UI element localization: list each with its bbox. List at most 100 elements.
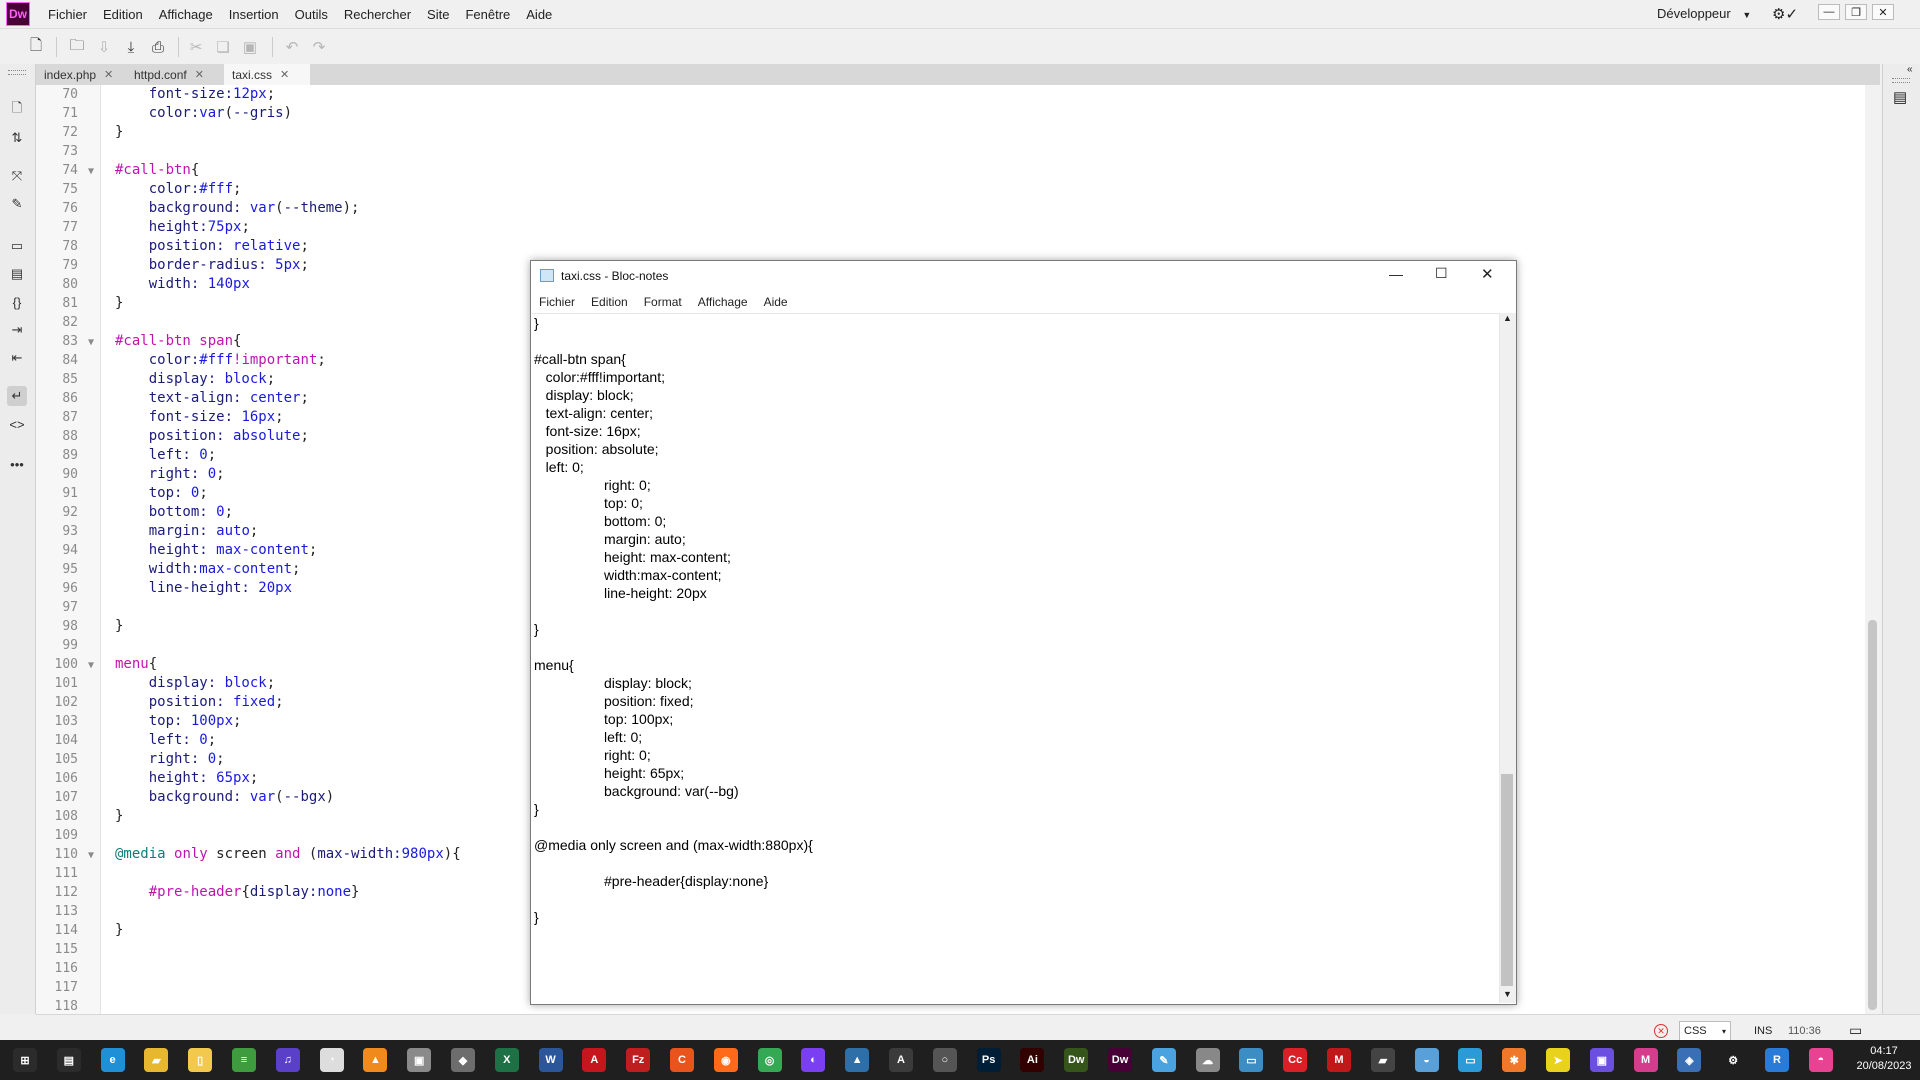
disk-icon[interactable]: ○ <box>932 1048 957 1072</box>
menu-affichage[interactable]: Affichage <box>159 7 213 22</box>
code-line[interactable]: 78 position: relative; <box>36 237 1876 256</box>
editor-scroll-thumb[interactable] <box>1868 620 1877 1010</box>
excel-icon[interactable]: X <box>494 1048 519 1072</box>
tab-taxi-css[interactable]: taxi.css ✕ <box>224 64 310 85</box>
open-folder-icon[interactable]: 🗀 <box>67 37 87 57</box>
notepad-menu-fichier[interactable]: Fichier <box>539 295 575 309</box>
chrome-icon[interactable]: ◎ <box>757 1048 782 1072</box>
clock-app-icon[interactable]: ◔ <box>319 1048 344 1072</box>
more-icon[interactable]: ••• <box>7 454 27 474</box>
menu-edition[interactable]: Edition <box>103 7 143 22</box>
workspace-switcher[interactable]: Développeur ▼ <box>1657 6 1751 21</box>
media-icon[interactable]: ▣ <box>1589 1048 1614 1072</box>
stack-icon[interactable]: ≡ <box>232 1048 256 1072</box>
security-icon[interactable]: ◈ <box>1677 1048 1702 1072</box>
tab-httpd-conf[interactable]: httpd.conf ✕ <box>126 64 222 85</box>
system-clock[interactable]: 04:17 20/08/2023 <box>1854 1044 1914 1074</box>
fold-arrow-icon[interactable]: ▼ <box>84 846 98 865</box>
panel-grip[interactable] <box>1892 78 1910 83</box>
restore-button[interactable]: ❐ <box>1845 4 1867 20</box>
properties-icon[interactable]: ▤ <box>1893 88 1907 106</box>
monitor-icon[interactable]: ▭ <box>1458 1048 1483 1072</box>
notepad-maximize-button[interactable]: ☐ <box>1435 265 1448 282</box>
expand-icon[interactable]: ⤧ <box>7 166 27 186</box>
scroll-down-icon[interactable]: ▼ <box>1503 989 1512 999</box>
menu-fichier[interactable]: Fichier <box>48 7 87 22</box>
notepad-text-area[interactable]: } #call-btn span{ color:#fff!important; d… <box>532 313 1499 1004</box>
notepad-minimize-button[interactable]: — <box>1389 266 1403 282</box>
preview-size-icon[interactable]: ▭ <box>1849 1022 1862 1039</box>
menu-aide[interactable]: Aide <box>526 7 552 22</box>
panel-grip[interactable] <box>8 70 26 75</box>
error-icon[interactable]: ✕ <box>1654 1024 1668 1038</box>
menu-rechercher[interactable]: Rechercher <box>344 7 411 22</box>
print-icon[interactable]: ⎙ <box>148 37 168 57</box>
close-icon[interactable]: ✕ <box>280 68 289 81</box>
tab-index-php[interactable]: index.php ✕ <box>36 64 124 85</box>
wrap-icon[interactable]: ↵ <box>7 386 27 406</box>
task-view-icon[interactable]: ▤ <box>56 1048 81 1072</box>
save-icon[interactable]: ⇩ <box>94 37 114 57</box>
remote-desktop-icon[interactable]: R <box>1765 1048 1789 1072</box>
notepad-scroll-thumb[interactable] <box>1501 774 1513 986</box>
app-gray-icon[interactable]: ▣ <box>407 1048 432 1072</box>
minimize-button[interactable]: — <box>1818 4 1840 20</box>
notepad-menu-edition[interactable]: Edition <box>591 295 628 309</box>
cloud-sync-icon[interactable]: ◒ <box>1414 1048 1439 1072</box>
copy-icon[interactable]: ❏ <box>213 37 233 57</box>
package-icon[interactable]: ◆ <box>451 1048 475 1072</box>
collapse-panel-icon[interactable]: « <box>1907 64 1913 75</box>
menu-site[interactable]: Site <box>427 7 449 22</box>
fold-arrow-icon[interactable]: ▼ <box>84 333 98 352</box>
arrow-app-icon[interactable]: ➤ <box>1546 1048 1570 1072</box>
notepad-title-bar[interactable]: taxi.css - Bloc-notes — ☐ ✕ <box>531 261 1516 291</box>
notepad-menu-format[interactable]: Format <box>644 295 682 309</box>
sync-settings-icon[interactable]: ⚙✓ <box>1772 5 1798 23</box>
menu-fenetre[interactable]: Fenêtre <box>465 7 510 22</box>
firefox-icon[interactable]: ◉ <box>713 1048 738 1072</box>
code-icon[interactable]: <> <box>7 414 27 434</box>
notepad-file-icon[interactable]: ▯ <box>188 1048 213 1072</box>
save-all-icon[interactable]: ⤓ <box>121 37 141 57</box>
code-line[interactable]: 74 ▼ #call-btn{ <box>36 161 1876 180</box>
scroll-up-icon[interactable]: ▲ <box>1503 313 1512 323</box>
close-icon[interactable]: ✕ <box>104 68 113 81</box>
mcafee-icon[interactable]: M <box>1327 1048 1351 1072</box>
code-line[interactable]: 72} <box>36 123 1876 142</box>
menu-outils[interactable]: Outils <box>295 7 328 22</box>
fold-arrow-icon[interactable]: ▼ <box>84 656 98 675</box>
music-icon[interactable]: ♫ <box>275 1048 300 1072</box>
illustrator-icon[interactable]: Ai <box>1020 1048 1045 1072</box>
code-line[interactable]: 76 background: var(--theme); <box>36 199 1876 218</box>
arc-icon[interactable]: A <box>889 1048 913 1072</box>
vlc-icon[interactable]: ▲ <box>363 1048 388 1072</box>
podcast-icon[interactable]: ◐ <box>801 1048 826 1072</box>
notepad-menu-affichage[interactable]: Affichage <box>698 295 748 309</box>
fold-arrow-icon[interactable]: ▼ <box>84 162 98 181</box>
insert-mode[interactable]: INS <box>1754 1025 1772 1037</box>
notepad-menu-aide[interactable]: Aide <box>764 295 788 309</box>
dreamweaver-icon[interactable]: Dw <box>1108 1048 1132 1072</box>
folder-dark-icon[interactable]: ▰ <box>1370 1048 1395 1072</box>
sort-icon[interactable]: ⇅ <box>7 128 27 148</box>
gradient-app-icon[interactable]: ◓ <box>1808 1048 1833 1072</box>
new-document-icon[interactable]: 🗋 <box>26 37 46 57</box>
cut-icon[interactable]: ✂ <box>186 37 206 57</box>
word-icon[interactable]: W <box>538 1048 563 1072</box>
network-icon[interactable]: ☁ <box>1195 1048 1220 1072</box>
mail-icon[interactable]: M <box>1633 1048 1658 1072</box>
outdent-icon[interactable]: ⇤ <box>7 348 27 368</box>
file-icon[interactable]: 🗋 <box>7 100 27 120</box>
brush-icon[interactable]: ✎ <box>7 194 27 214</box>
acrobat-icon[interactable]: A <box>582 1048 607 1072</box>
redo-icon[interactable]: ↷ <box>309 37 329 57</box>
notepad-icon[interactable]: ✎ <box>1151 1048 1176 1072</box>
filezilla-icon[interactable]: Fz <box>626 1048 651 1072</box>
code-line[interactable]: 73 <box>36 142 1876 161</box>
close-button[interactable]: ✕ <box>1872 4 1894 20</box>
notepad-close-button[interactable]: ✕ <box>1481 265 1494 283</box>
comment-icon[interactable]: ▭ <box>7 236 27 256</box>
comment-block-icon[interactable]: ▤ <box>7 264 27 284</box>
undo-icon[interactable]: ↶ <box>282 37 302 57</box>
photoshop-icon[interactable]: Ps <box>976 1048 1001 1072</box>
